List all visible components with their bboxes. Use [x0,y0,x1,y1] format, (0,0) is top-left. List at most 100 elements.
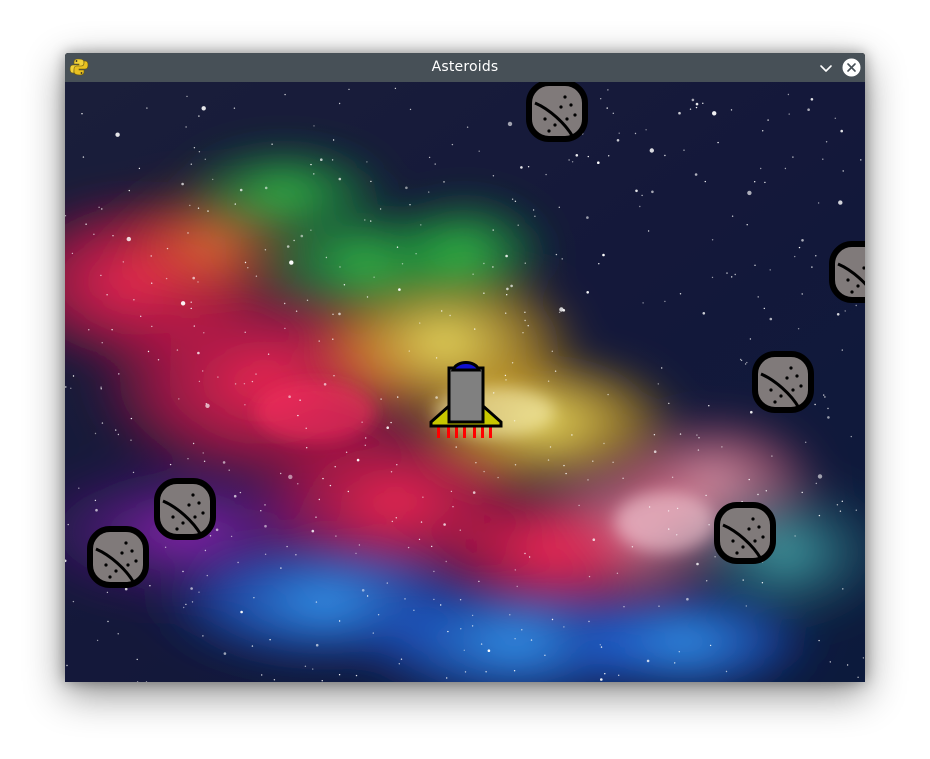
star [217,376,219,378]
star [261,674,263,676]
star [740,359,743,362]
star [679,293,682,295]
star [822,158,824,160]
star [202,635,204,637]
star [606,107,608,109]
star [233,494,237,498]
star [565,472,567,475]
star [455,446,457,448]
star [130,417,133,420]
star [297,483,299,485]
star [419,322,421,324]
star [310,229,312,231]
star [338,102,341,105]
star [513,420,516,422]
star [244,404,246,406]
star [166,247,169,250]
star [183,606,185,609]
close-icon[interactable] [842,58,861,77]
star [420,224,422,226]
star [784,167,787,170]
star [395,517,397,519]
star [325,256,328,259]
star [801,491,803,494]
star [521,629,523,631]
star [347,490,349,493]
star [608,155,610,157]
star [445,560,447,563]
asteroid [829,241,865,303]
star [264,249,267,251]
star [747,190,752,196]
star [333,375,335,377]
minimize-icon[interactable] [817,59,835,77]
star [602,253,605,257]
star [653,434,656,436]
star [428,156,431,159]
star [405,186,408,190]
star [434,163,436,165]
star [202,452,204,454]
star [616,139,620,142]
star [466,126,469,128]
star [838,200,843,205]
game-canvas[interactable] [65,82,865,682]
star [509,614,511,616]
star [398,663,400,665]
star [93,233,95,235]
star [207,210,209,212]
star [407,546,410,549]
star [415,253,417,255]
title-bar[interactable]: Asteroids [65,53,865,82]
star [641,194,643,197]
star [390,421,392,424]
star [310,163,312,166]
star [193,325,195,327]
game-window[interactable]: Asteroids [65,53,865,682]
star [757,493,759,496]
star [71,252,74,255]
star [264,553,267,555]
star [115,132,120,137]
star [147,350,150,353]
star [420,521,423,523]
star [717,141,719,144]
star [289,260,294,265]
star [299,399,301,401]
star [315,601,318,603]
star [106,591,109,594]
star [176,349,179,351]
star [787,93,790,96]
star [138,167,141,170]
star [260,510,262,512]
star [805,441,807,443]
star [115,429,117,431]
star [251,645,254,647]
star [696,434,698,436]
star [321,680,323,682]
star [440,604,442,606]
star [315,643,319,647]
star [472,273,474,275]
star [348,88,350,91]
star [126,236,131,242]
star [483,470,485,473]
star [203,332,205,334]
star [604,673,606,675]
star [676,507,679,510]
asteroid [526,82,588,142]
window-title: Asteroids [431,59,499,75]
star [244,331,246,333]
star [506,287,509,291]
star [240,610,243,614]
star [497,476,499,479]
star [280,567,282,569]
star [193,147,196,149]
star [187,458,189,460]
asteroid [154,478,216,540]
star [730,109,733,111]
star [364,219,366,221]
star [653,450,657,454]
star [70,387,72,389]
star [304,665,307,667]
